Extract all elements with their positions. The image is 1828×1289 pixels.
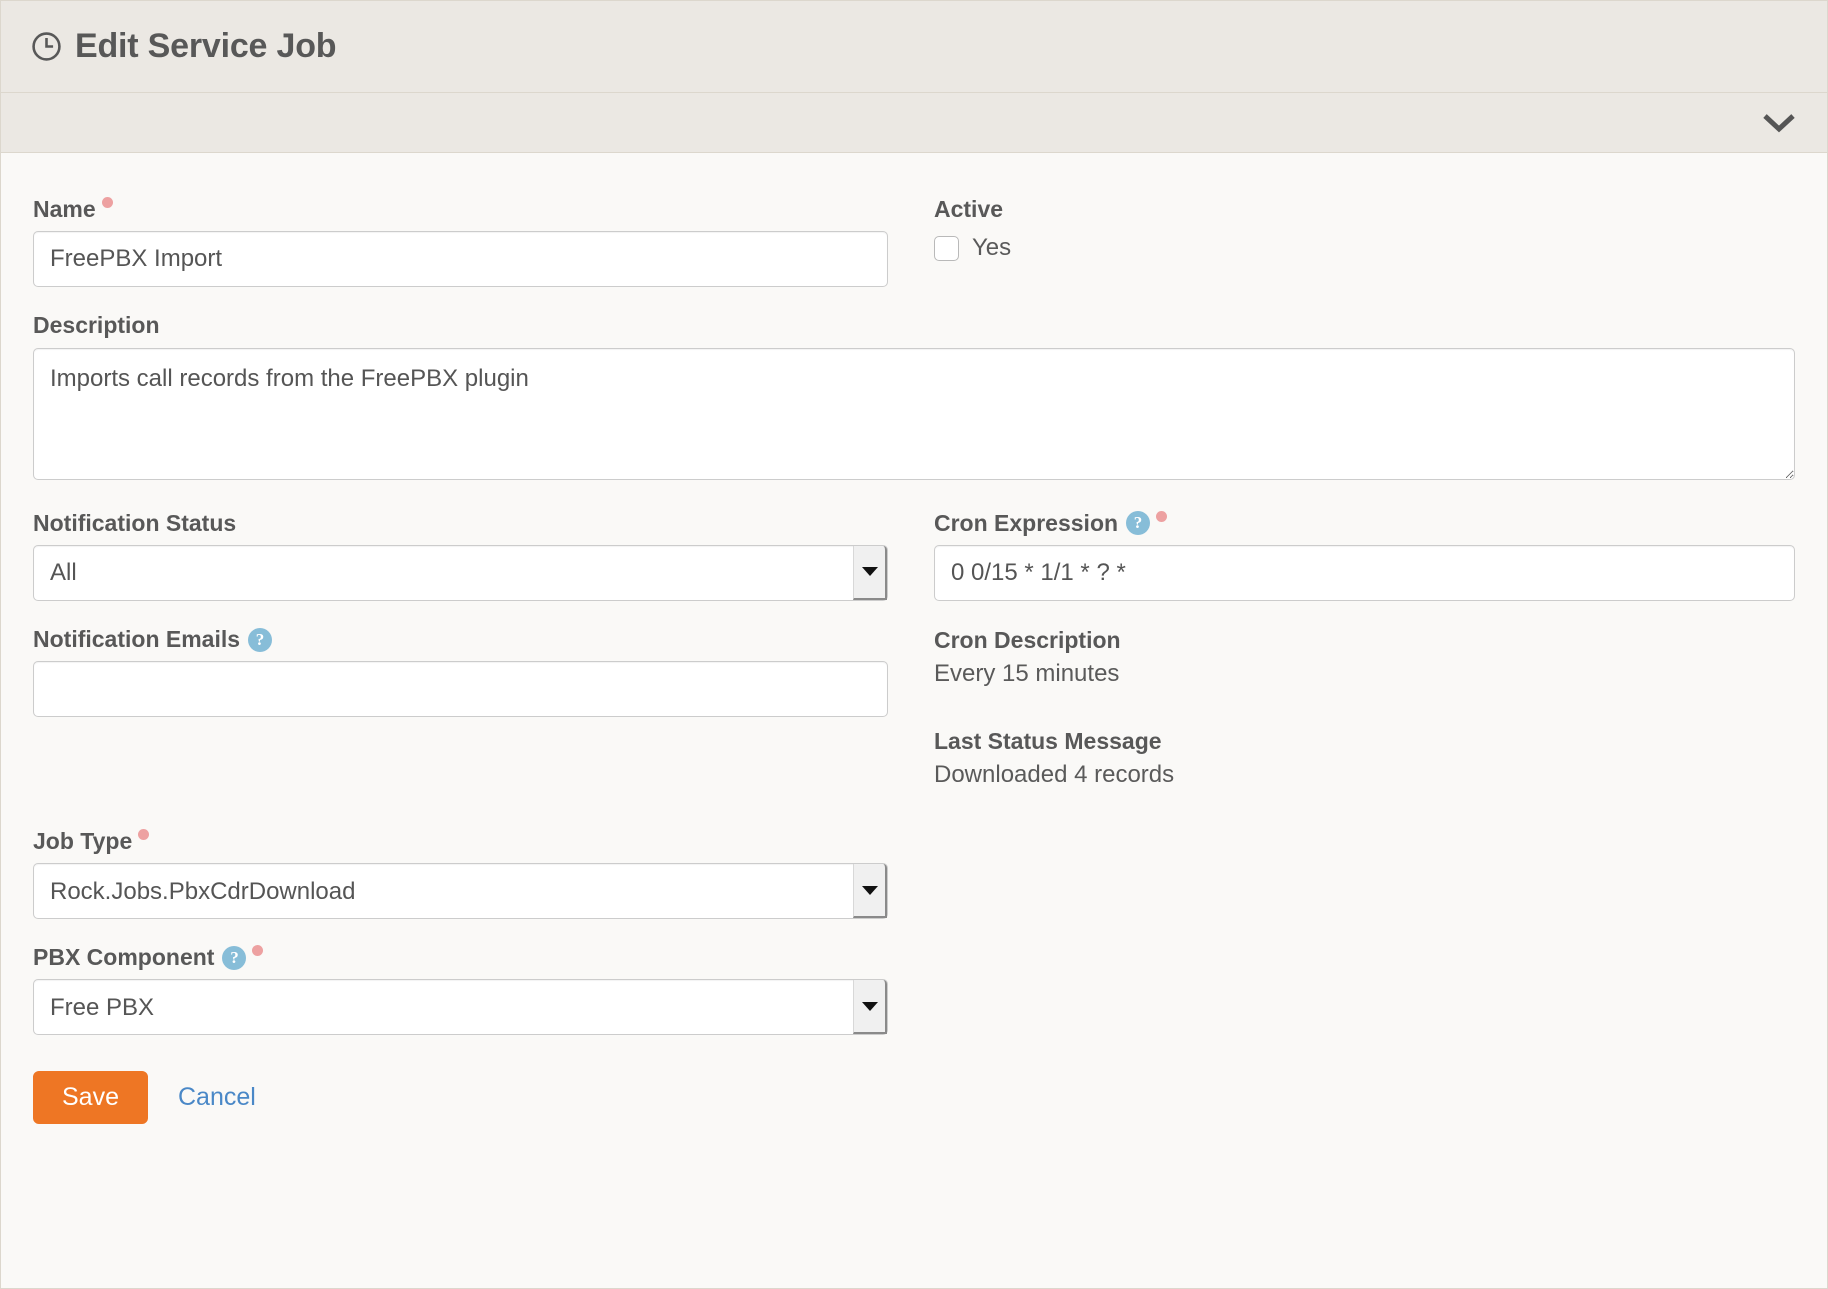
required-indicator-icon bbox=[138, 829, 150, 841]
edit-service-job-panel: Edit Service Job Name FreePBX Import Act… bbox=[0, 0, 1828, 1289]
cron-expression-label: Cron Expression ? bbox=[934, 509, 1795, 536]
notification-emails-group: Notification Emails ? bbox=[33, 625, 888, 718]
notification-emails-label-text: Notification Emails bbox=[33, 625, 241, 652]
save-button[interactable]: Save bbox=[33, 1071, 148, 1125]
description-textarea[interactable]: Imports call records from the FreePBX pl… bbox=[33, 347, 1795, 480]
active-checkbox-label[interactable]: Yes bbox=[972, 234, 1011, 262]
name-field-group: Name bbox=[33, 196, 888, 288]
active-label: Active bbox=[934, 196, 1795, 222]
question-circle-icon[interactable]: ? bbox=[222, 945, 247, 970]
name-label: Name bbox=[33, 196, 888, 222]
description-field-group: Description Imports call records from th… bbox=[33, 312, 1795, 484]
notification-status-select[interactable]: All bbox=[33, 544, 888, 601]
cron-description-label: Cron Description bbox=[934, 626, 1121, 653]
question-circle-icon[interactable]: ? bbox=[248, 627, 273, 652]
panel-collapse-bar bbox=[1, 93, 1827, 153]
active-field-group: Active Yes bbox=[934, 196, 1795, 262]
pbx-component-label-text: PBX Component bbox=[33, 944, 215, 971]
cancel-button[interactable]: Cancel bbox=[174, 1072, 260, 1123]
active-checkbox[interactable] bbox=[934, 235, 959, 261]
cron-expression-input[interactable] bbox=[934, 544, 1795, 601]
page-title: Edit Service Job bbox=[31, 27, 337, 66]
notification-status-label: Notification Status bbox=[33, 509, 888, 536]
cron-description-group: Cron Description Every 15 minutes bbox=[934, 627, 1795, 688]
required-indicator-icon bbox=[1156, 510, 1168, 522]
required-indicator-icon bbox=[252, 945, 264, 957]
chevron-down-icon[interactable] bbox=[1759, 103, 1799, 143]
name-input[interactable] bbox=[33, 231, 888, 288]
form-actions: Save Cancel bbox=[33, 1061, 1795, 1160]
job-type-select[interactable]: Rock.Jobs.PbxCdrDownload bbox=[33, 863, 888, 920]
notification-emails-input[interactable] bbox=[33, 661, 888, 718]
page-title-text: Edit Service Job bbox=[75, 27, 337, 65]
form-row-status-cron: Notification Status All Cron Expression … bbox=[33, 509, 1795, 627]
form-row-job-type: Job Type Rock.Jobs.PbxCdrDownload bbox=[33, 827, 1795, 945]
last-status-message-value: Downloaded 4 records bbox=[934, 760, 1175, 788]
active-checkbox-row[interactable]: Yes bbox=[934, 234, 1795, 262]
panel-header: Edit Service Job bbox=[1, 1, 1827, 93]
job-type-label: Job Type bbox=[33, 827, 888, 854]
description-label-text: Description bbox=[33, 312, 160, 339]
job-type-label-text: Job Type bbox=[33, 827, 133, 854]
notification-status-label-text: Notification Status bbox=[33, 509, 237, 536]
name-label-text: Name bbox=[33, 196, 96, 222]
notification-emails-label: Notification Emails ? bbox=[33, 625, 888, 652]
pbx-component-group: PBX Component ? Free PBX bbox=[33, 944, 888, 1036]
question-circle-icon[interactable]: ? bbox=[1126, 511, 1151, 536]
clock-icon bbox=[32, 32, 61, 61]
last-status-message-group: Last Status Message Downloaded 4 records bbox=[934, 728, 1795, 789]
last-status-message-label: Last Status Message bbox=[934, 727, 1162, 754]
form-row-pbx-component: PBX Component ? Free PBX bbox=[33, 944, 1795, 1061]
pbx-component-select[interactable]: Free PBX bbox=[33, 979, 888, 1036]
form-row-emails-crondesc: Notification Emails ? Cron Description E… bbox=[33, 625, 1795, 829]
notification-status-group: Notification Status All bbox=[33, 509, 888, 601]
panel-body: Name Active Yes bbox=[1, 153, 1827, 1161]
cron-expression-group: Cron Expression ? bbox=[934, 509, 1795, 601]
form-row-description: Description Imports call records from th… bbox=[33, 312, 1795, 510]
required-indicator-icon bbox=[101, 197, 113, 209]
pbx-component-label: PBX Component ? bbox=[33, 944, 888, 971]
active-label-text: Active bbox=[934, 196, 1004, 222]
form-row-name-active: Name Active Yes bbox=[33, 196, 1795, 313]
description-label: Description bbox=[33, 312, 1795, 339]
cron-expression-label-text: Cron Expression bbox=[934, 509, 1119, 536]
job-type-group: Job Type Rock.Jobs.PbxCdrDownload bbox=[33, 827, 888, 920]
cron-description-value: Every 15 minutes bbox=[934, 659, 1120, 687]
